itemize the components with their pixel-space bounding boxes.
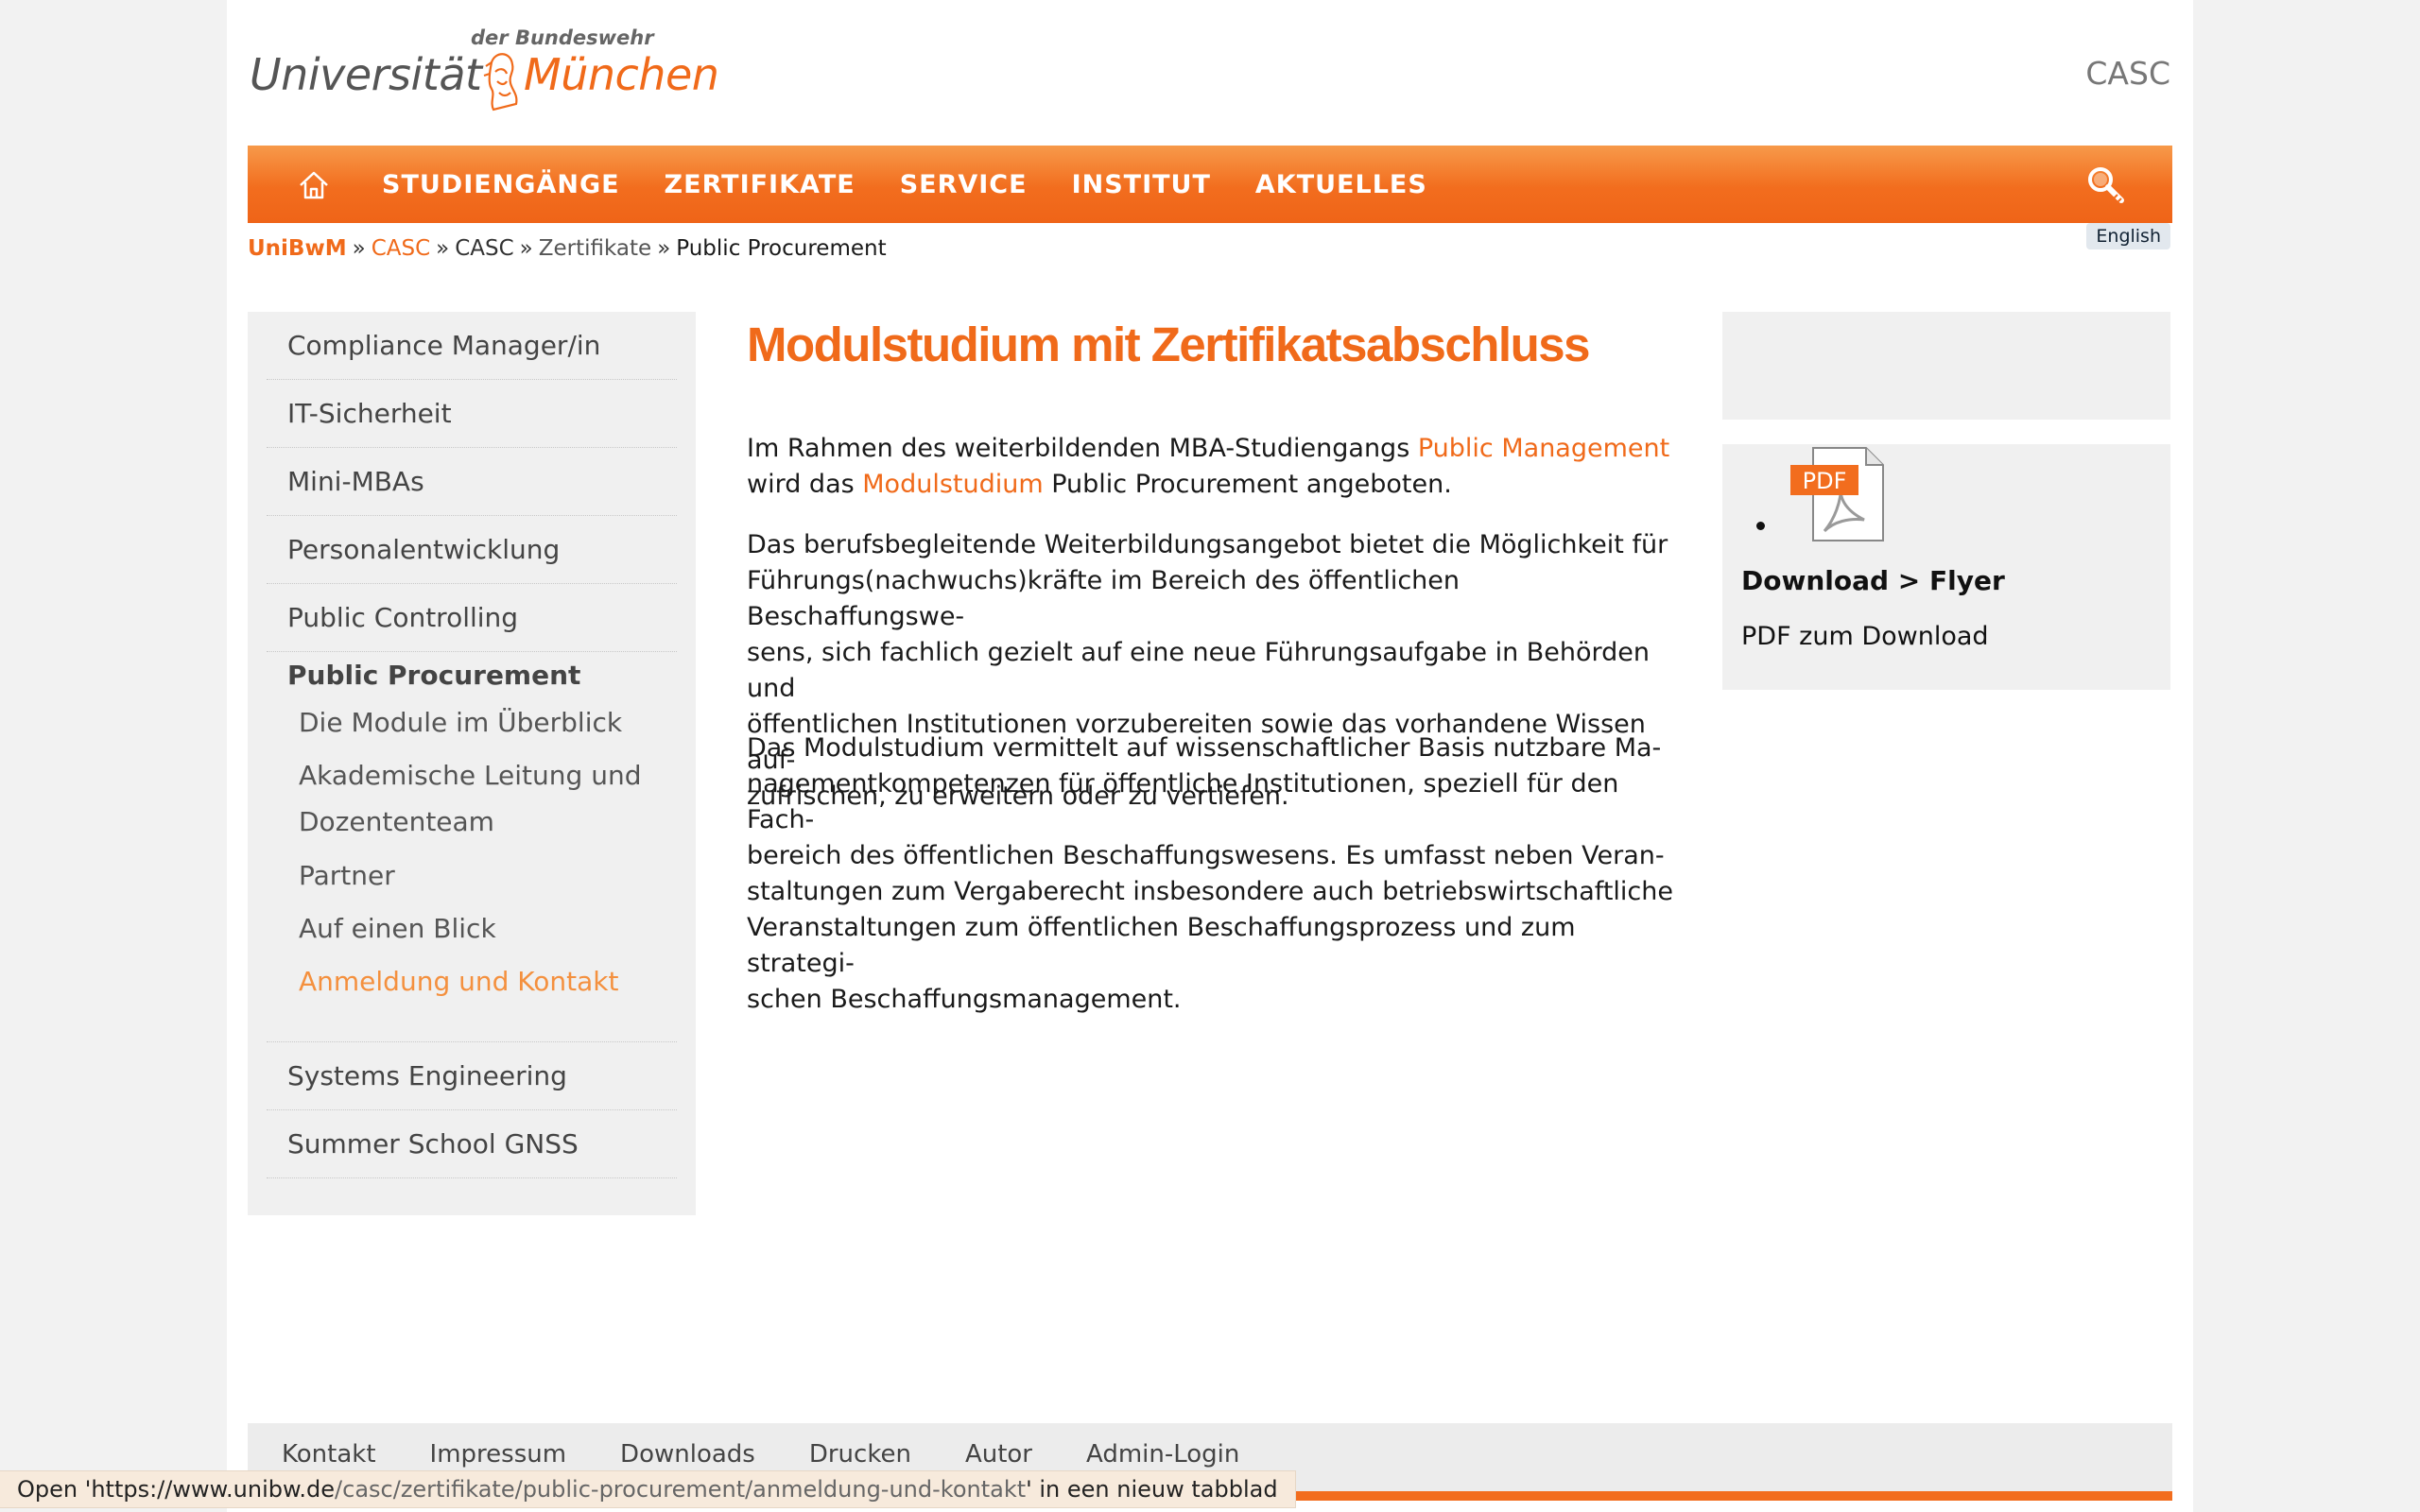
university-logo[interactable]: der Bundeswehr Universität München <box>250 26 719 121</box>
athena-emblem-icon <box>483 53 518 112</box>
sidebar-item-compliance[interactable]: Compliance Manager/in <box>267 312 677 380</box>
public-management-link[interactable]: Public Management <box>1418 434 1669 463</box>
footer-kontakt-link[interactable]: Kontakt <box>282 1440 376 1469</box>
sidebar-subitem-module[interactable]: Die Module im Überblick <box>299 707 622 738</box>
sidebar-subitem-dozententeam[interactable]: Dozententeam <box>299 806 494 837</box>
breadcrumb-separator: » <box>352 236 366 261</box>
breadcrumb-current: Public Procurement <box>676 236 887 261</box>
list-bullet <box>1756 522 1765 530</box>
footer-drucken-link[interactable]: Drucken <box>809 1440 911 1469</box>
text-line: bereich des öffentlichen Beschaffungswes… <box>747 841 1665 870</box>
text-line: nagementkompetenzen für öffentliche Inst… <box>747 769 1619 834</box>
breadcrumb-zertifikate[interactable]: Zertifikate <box>539 236 651 261</box>
footer-impressum-link[interactable]: Impressum <box>430 1440 567 1469</box>
status-url-host: https://www.unibw.de <box>91 1476 336 1503</box>
nav-service[interactable]: SERVICE <box>900 170 1028 199</box>
status-prefix: Open ' <box>17 1476 92 1503</box>
sidebar-item-mini-mbas[interactable]: Mini-MBAs <box>267 448 677 516</box>
language-switch-button[interactable]: English <box>2086 223 2170 249</box>
status-url-path: /casc/zertifikate/public-procurement/anm… <box>335 1476 1027 1503</box>
home-icon[interactable] <box>295 166 333 204</box>
sidebar-subitem-auf-einen-blick[interactable]: Auf einen Blick <box>299 913 496 944</box>
site-name[interactable]: CASC <box>2085 55 2170 92</box>
sidebar-subitem-partner[interactable]: Partner <box>299 860 395 891</box>
text-line: sens, sich fachlich gezielt auf eine neu… <box>747 638 1651 703</box>
intro-paragraph: Im Rahmen des weiterbildenden MBA-Studie… <box>747 431 1683 503</box>
pdf-file-icon[interactable]: PDF <box>1789 444 1893 544</box>
intro-text: wird das <box>747 470 863 499</box>
footer-autor-link[interactable]: Autor <box>965 1440 1032 1469</box>
sidebar-item-personalentwicklung[interactable]: Personalentwicklung <box>267 516 677 584</box>
content-paragraph: Das Modulstudium vermittelt auf wissensc… <box>747 730 1683 1018</box>
breadcrumb-separator: » <box>519 236 533 261</box>
breadcrumb-separator: » <box>436 236 450 261</box>
intro-text: Im Rahmen des weiterbildenden MBA-Studie… <box>747 434 1418 463</box>
nav-institut[interactable]: INSTITUT <box>1072 170 1211 199</box>
sidebar-subitem-anmeldung[interactable]: Anmeldung und Kontakt <box>299 966 618 997</box>
text-line: Das berufsbegleitende Weiterbildungsange… <box>747 530 1668 559</box>
download-flyer-link[interactable]: Download > Flyer <box>1741 565 2005 596</box>
pdf-icon-label: PDF <box>1803 468 1847 494</box>
sidebar-item-public-controlling[interactable]: Public Controlling <box>267 584 677 652</box>
page-title: Modulstudium mit Zertifikatsabschluss <box>747 318 1590 371</box>
status-suffix: ' in een nieuw tabblad <box>1026 1476 1278 1503</box>
intro-text: Public Procurement angeboten. <box>1043 470 1452 499</box>
search-icon[interactable] <box>2085 164 2127 206</box>
modulstudium-link[interactable]: Modulstudium <box>862 470 1043 499</box>
text-line: Das Modulstudium vermittelt auf wissensc… <box>747 733 1662 763</box>
nav-aktuelles[interactable]: AKTUELLES <box>1255 170 1427 199</box>
breadcrumb-casc-link[interactable]: CASC <box>372 236 430 261</box>
sidebar-subitem-leitung[interactable]: Akademische Leitung und <box>299 760 641 791</box>
download-description: PDF zum Download <box>1741 622 1989 651</box>
breadcrumb: UniBwM» CASC» CASC» Zertifikate» Public Proc… <box>248 236 887 261</box>
text-line: staltungen zum Vergaberecht insbesondere… <box>747 877 1673 906</box>
browser-status-bar: Open 'https://www.unibw.de/casc/zertifik… <box>0 1470 1296 1508</box>
text-line: Führungs(nachwuchs)kräfte im Bereich des… <box>747 566 1460 631</box>
sidebar-item-systems-engineering[interactable]: Systems Engineering <box>267 1042 677 1110</box>
sidebar-item-summer-school[interactable]: Summer School GNSS <box>267 1110 677 1178</box>
sidebar-item-it-sicherheit[interactable]: IT-Sicherheit <box>267 380 677 448</box>
nav-studiengaenge[interactable]: STUDIENGÄNGE <box>382 170 620 199</box>
breadcrumb-separator: » <box>657 236 671 261</box>
text-line: schen Beschaffungsmanagement. <box>747 985 1182 1014</box>
breadcrumb-casc[interactable]: CASC <box>455 236 513 261</box>
page: der Bundeswehr Universität München CASC … <box>227 0 2193 1512</box>
nav-zertifikate[interactable]: ZERTIFIKATE <box>665 170 856 199</box>
logo-city: München <box>524 49 719 100</box>
sidebar-item-public-procurement[interactable]: Public Procurement <box>287 660 580 691</box>
main-navigation: STUDIENGÄNGE ZERTIFIKATE SERVICE INSTITU… <box>248 146 2172 223</box>
footer-downloads-link[interactable]: Downloads <box>620 1440 755 1469</box>
download-box: PDF Download > Flyer PDF zum Download <box>1722 444 2170 690</box>
logo-subtitle: der Bundeswehr <box>471 26 654 49</box>
sidebar-right-box <box>1722 312 2170 420</box>
text-line: Veranstaltungen zum öffentlichen Beschaf… <box>747 913 1576 978</box>
logo-university: Universität <box>250 49 482 100</box>
breadcrumb-unibwm[interactable]: UniBwM <box>248 236 347 261</box>
sidebar: Compliance Manager/in IT-Sicherheit Mini… <box>248 312 696 1215</box>
footer-admin-login-link[interactable]: Admin-Login <box>1086 1440 1239 1469</box>
